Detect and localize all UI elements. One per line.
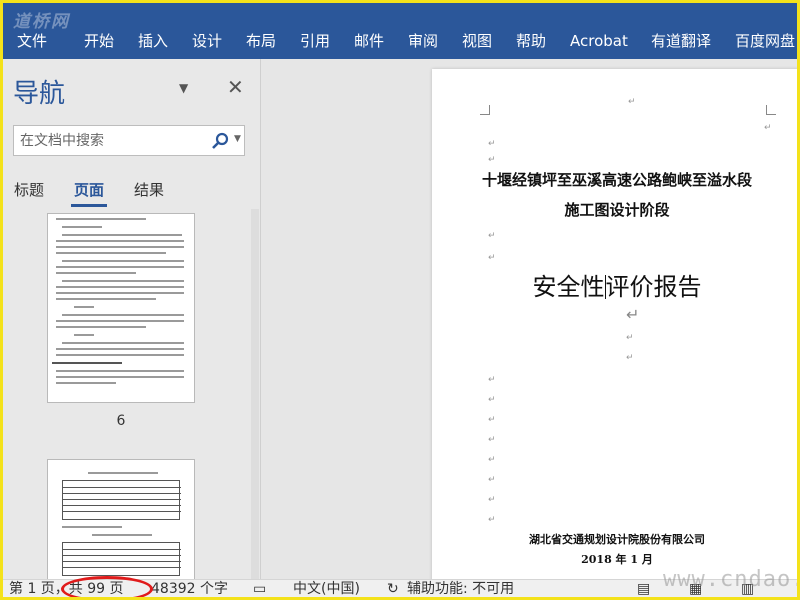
crop-mark (766, 105, 776, 115)
search-icon[interactable] (210, 131, 230, 151)
paragraph-mark: ↵ (488, 415, 496, 425)
tab-pages[interactable]: 页面 (74, 179, 104, 200)
ribbon-tabs: 文件 开始 插入 设计 布局 引用 邮件 审阅 视图 帮助 Acrobat 有道… (3, 27, 797, 55)
paragraph-mark: ↵ (626, 333, 634, 343)
paragraph-mark: ↵ (488, 395, 496, 405)
tab-baidu-netdisk[interactable]: 百度网盘 (735, 27, 795, 55)
active-tab-indicator (71, 204, 107, 207)
read-mode-icon[interactable]: ▤ (637, 580, 650, 597)
thumbnail-table (62, 480, 181, 520)
status-accessibility[interactable]: 辅助功能: 不可用 (407, 580, 514, 597)
tab-review[interactable]: 审阅 (408, 27, 438, 55)
status-word-count[interactable]: 48392 个字 (151, 580, 228, 597)
paragraph-mark: ↵ (488, 253, 496, 263)
document-page[interactable]: ↵ ↵ ↵ ↵ 十堰经镇坪至巫溪高速公路鲍峡至溢水段 施工图设计阶段 ↵ ↵ 安… (432, 69, 797, 589)
paragraph-mark: ↵ (488, 495, 496, 505)
paragraph-mark: ↵ (764, 123, 772, 133)
search-options-chevron-icon[interactable]: ▼ (234, 134, 241, 144)
search-input[interactable] (20, 130, 200, 152)
document-title-line2: 施工图设计阶段 (564, 201, 670, 219)
paragraph-mark: ↵ (488, 375, 496, 385)
paragraph-mark: ↵ (628, 97, 636, 107)
thumbnail-table-2 (62, 542, 181, 576)
tab-insert[interactable]: 插入 (138, 27, 168, 55)
tab-headings[interactable]: 标题 (14, 179, 44, 200)
tab-layout[interactable]: 布局 (246, 27, 276, 55)
tab-acrobat[interactable]: Acrobat (570, 27, 628, 55)
word-window: 道桥网 文件 开始 插入 设计 布局 引用 邮件 审阅 视图 帮助 Acroba… (3, 3, 797, 597)
tab-youdao-translate[interactable]: 有道翻译 (651, 27, 711, 55)
tab-results[interactable]: 结果 (134, 179, 164, 200)
paragraph-mark: ↵ (626, 305, 640, 324)
paragraph-mark: ↵ (488, 155, 496, 165)
tab-home[interactable]: 开始 (84, 27, 114, 55)
tab-references[interactable]: 引用 (300, 27, 330, 55)
navigation-pane: 导航 ▼ ✕ ▼ 标题 页面 结果 (3, 59, 261, 589)
tab-file[interactable]: 文件 (17, 27, 47, 55)
document-area: ↵ ↵ ↵ ↵ 十堰经镇坪至巫溪高速公路鲍峡至溢水段 施工图设计阶段 ↵ ↵ 安… (262, 59, 797, 589)
page-thumbnail-7[interactable] (47, 459, 195, 589)
paragraph-mark: ↵ (488, 435, 496, 445)
accessibility-icon[interactable]: ↻ (387, 580, 399, 597)
tab-view[interactable]: 视图 (462, 27, 492, 55)
crop-mark (480, 105, 490, 115)
document-title-line1: 十堰经镇坪至巫溪高速公路鲍峡至溢水段 (481, 171, 752, 189)
tab-mailings[interactable]: 邮件 (354, 27, 384, 55)
search-box: ▼ (13, 125, 245, 156)
close-icon[interactable]: ✕ (227, 75, 244, 99)
document-main-title: 安全性评价报告 (432, 267, 797, 302)
status-language[interactable]: 中文(中国) (293, 580, 360, 597)
paragraph-mark: ↵ (488, 139, 496, 149)
proofing-icon[interactable]: ▭ (253, 580, 266, 597)
page-thumbnail-6[interactable] (47, 213, 195, 403)
nav-title: 导航 (13, 79, 66, 109)
paragraph-mark: ↵ (626, 353, 634, 363)
chevron-down-icon[interactable]: ▼ (179, 81, 188, 95)
company-name: 湖北省交通规划设计院股份有限公司 (529, 533, 705, 546)
main-title-part-a: 安全性 (532, 273, 605, 301)
paragraph-mark: ↵ (488, 455, 496, 465)
tab-help[interactable]: 帮助 (516, 27, 546, 55)
thumbnail-page-number: 6 (116, 413, 126, 429)
document-date: 2018 年 1 月 (581, 553, 653, 566)
ribbon: 道桥网 文件 开始 插入 设计 布局 引用 邮件 审阅 视图 帮助 Acroba… (3, 3, 797, 59)
main-title-part-b: 评价报告 (605, 273, 702, 301)
annotation-circle (61, 576, 153, 597)
paragraph-mark: ↵ (488, 515, 496, 525)
paragraph-mark: ↵ (488, 475, 496, 485)
watermark-url: www.cndao.com (663, 567, 797, 592)
tab-design[interactable]: 设计 (192, 27, 222, 55)
nav-scrollbar[interactable] (251, 209, 259, 579)
paragraph-mark: ↵ (488, 231, 496, 241)
